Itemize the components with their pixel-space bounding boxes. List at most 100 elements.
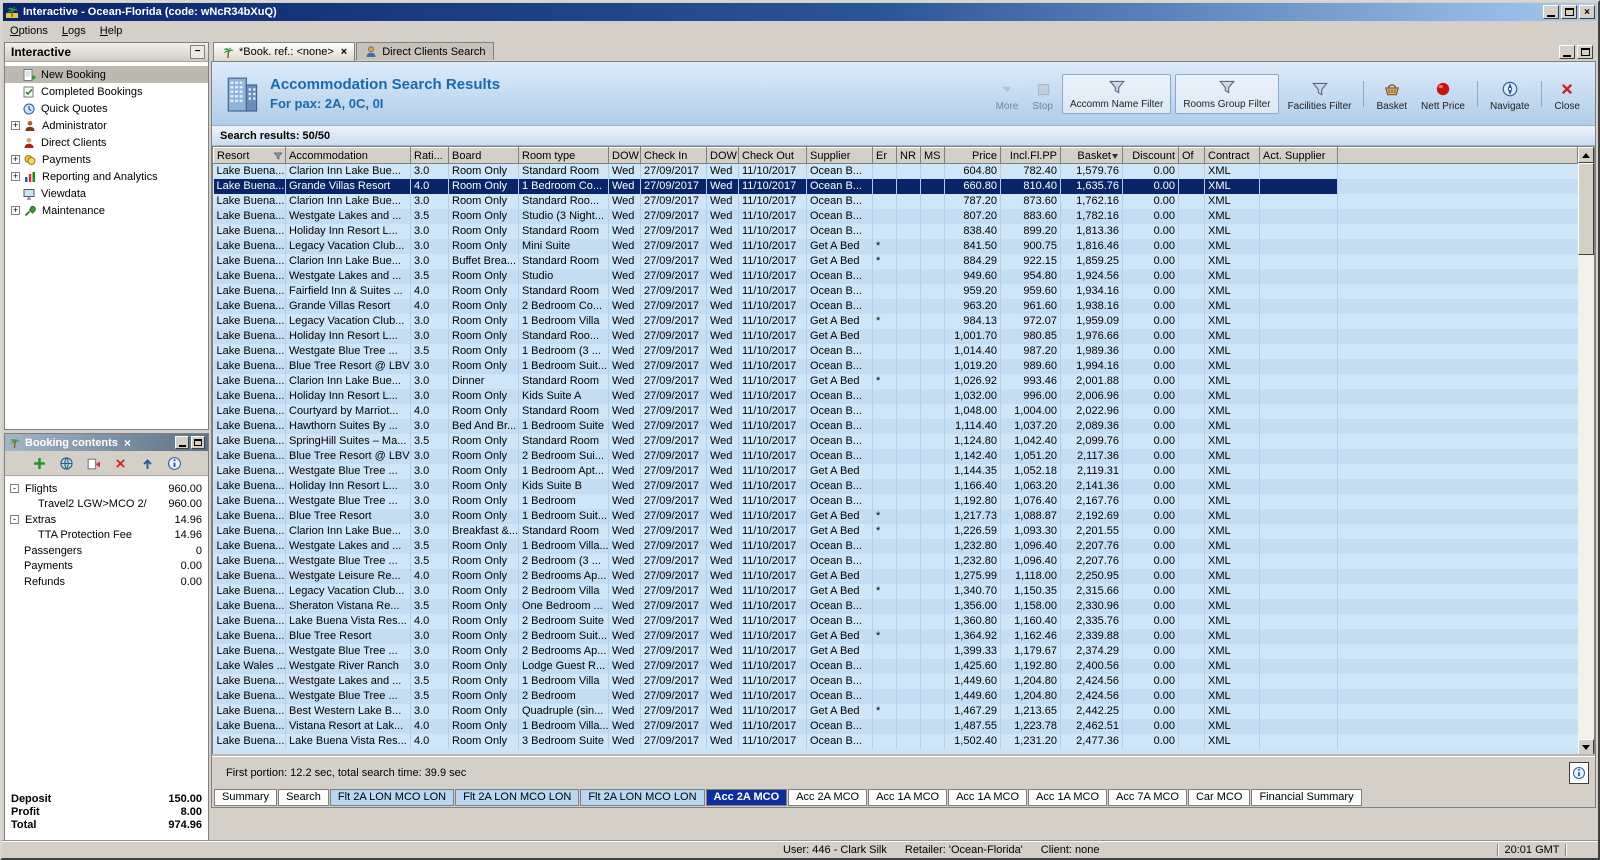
result-row[interactable]: Lake Buena... Clarion Inn Lake Bue... 3.0 B… [213,524,1578,539]
facilities-filter-button[interactable]: Facilities Filter [1281,73,1359,115]
result-row[interactable]: Lake Buena... Holiday Inn Resort L... 3.0 R… [213,329,1578,344]
result-row[interactable]: Lake Buena... Westgate Lakes and ... 3.5 Ro… [213,269,1578,284]
tab-book-ref-none[interactable]: *Book. ref.: <none> × [213,42,356,61]
rooms-group-filter-button[interactable]: Rooms Group Filter [1175,74,1279,114]
delete-item-button[interactable] [113,456,128,471]
result-row[interactable]: Lake Buena... Clarion Inn Lake Bue... 3.0 B… [213,254,1578,269]
bottom-tab-financial-summary-12[interactable]: Financial Summary [1251,789,1362,806]
sidebar-item-quick-quotes[interactable]: Quick Quotes [5,100,208,117]
result-row[interactable]: Lake Buena... Westgate Blue Tree ... 3.5 Ro… [213,344,1578,359]
scroll-up-button[interactable] [1578,147,1594,163]
booking-tree-item[interactable]: TTA Protection Fee 14.96 [5,528,208,544]
column-header-rati[interactable]: Rati... [410,147,449,164]
panel-maximize-button[interactable] [191,436,205,449]
vertical-scrollbar[interactable] [1578,146,1595,756]
close-tab-icon[interactable]: × [341,46,347,58]
sidebar-item-maintenance[interactable]: + Maintenance [5,202,208,219]
sidebar-item-administrator[interactable]: + Administrator [5,117,208,134]
result-row[interactable]: Lake Buena... Grande Villas Resort 4.0 Room… [213,299,1578,314]
result-row[interactable]: Lake Buena... Hawthorn Suites By ... 3.0 Be… [213,419,1578,434]
column-header-of[interactable]: Of [1178,147,1205,164]
close-button[interactable]: × [1579,5,1595,19]
column-header-board[interactable]: Board [448,147,519,164]
result-row[interactable]: Lake Buena... SpringHill Suites – Ma... 3.… [213,434,1578,449]
bottom-tab-flt-2a-lon-mco-lon-4[interactable]: Flt 2A LON MCO LON [580,789,705,806]
column-header-accommodation[interactable]: Accommodation [285,147,411,164]
sidebar-item-new-booking[interactable]: New Booking [5,66,208,83]
collapse-icon[interactable]: - [10,484,19,494]
result-row[interactable]: Lake Buena... Westgate Blue Tree ... 3.5 Ro… [213,689,1578,704]
result-row[interactable]: Lake Buena... Blue Tree Resort 3.0 Room Onl… [213,509,1578,524]
column-header-ms[interactable]: MS [920,147,945,164]
expand-icon[interactable]: + [11,121,20,130]
mdi-restore-button[interactable] [1577,45,1593,59]
bottom-tab-acc-1a-mco-7[interactable]: Acc 1A MCO [868,789,948,806]
column-header-er[interactable]: Er [872,147,897,164]
expand-icon[interactable]: + [11,206,20,215]
sidebar-item-viewdata[interactable]: Viewdata [5,185,208,202]
scroll-thumb[interactable] [1578,163,1594,255]
bottom-tab-acc-7a-mco-10[interactable]: Acc 7A MCO [1108,789,1187,806]
basket-button[interactable]: Basket [1369,73,1414,115]
column-header-incl-fl-pp[interactable]: Incl.Fl.PP [1000,147,1061,164]
sidebar-item-reporting-and-analytics[interactable]: + Reporting and Analytics [5,168,208,185]
column-header-check-out[interactable]: Check Out [738,147,807,164]
result-row[interactable]: Lake Buena... Westgate Blue Tree ... 3.0 Ro… [213,464,1578,479]
result-row[interactable]: Lake Buena... Westgate Lakes and ... 3.5 Ro… [213,674,1578,689]
booking-info-button[interactable] [167,456,182,471]
navigate-button[interactable]: Navigate [1483,73,1536,115]
accomm-name-filter-button[interactable]: Accomm Name Filter [1061,74,1172,114]
result-row[interactable]: Lake Buena... Westgate Leisure Re... 4.0 Ro… [213,569,1578,584]
menu-help[interactable]: Help [93,22,130,40]
booking-tree-item[interactable]: Passengers 0 [5,543,208,559]
sidebar-item-direct-clients[interactable]: Direct Clients [5,134,208,151]
bottom-tab-flt-2a-lon-mco-lon-2[interactable]: Flt 2A LON MCO LON [329,789,455,806]
result-row[interactable]: Lake Buena... Holiday Inn Resort L... 3.0 R… [213,389,1578,404]
column-header-basket[interactable]: Basket [1060,147,1123,164]
column-header-contract[interactable]: Contract [1204,147,1260,164]
result-row[interactable]: Lake Buena... Blue Tree Resort @ LBV 3.0 Ro… [213,359,1578,374]
expand-icon[interactable]: + [11,155,20,164]
web-quote-button[interactable] [59,456,74,471]
result-row[interactable]: Lake Buena... Westgate Lakes and ... 3.5 Ro… [213,209,1578,224]
result-row[interactable]: Lake Buena... Blue Tree Resort @ LBV 3.0 Ro… [213,449,1578,464]
info-button[interactable] [1569,761,1589,784]
expand-icon[interactable]: + [11,172,20,181]
mdi-minimize-button[interactable] [1559,45,1575,59]
column-header-discount[interactable]: Discount [1122,147,1179,164]
close-panel-icon[interactable]: × [124,437,131,449]
result-row[interactable]: Lake Buena... Vistana Resort at Lak... 4.0… [213,719,1578,734]
bottom-tab-summary-0[interactable]: Summary [214,789,278,806]
result-row[interactable]: Lake Buena... Clarion Inn Lake Bue... 3.0 R… [213,163,1578,179]
result-row[interactable]: Lake Buena... Westgate Blue Tree ... 3.0 Ro… [213,644,1578,659]
sidebar-item-payments[interactable]: + Payments [5,151,208,168]
collapse-icon[interactable]: - [10,515,19,525]
bottom-tab-acc-1a-mco-8[interactable]: Acc 1A MCO [948,789,1028,806]
maximize-button[interactable] [1561,5,1577,19]
bottom-tab-flt-2a-lon-mco-lon-3[interactable]: Flt 2A LON MCO LON [455,789,580,806]
nett-price-button[interactable]: Nett Price [1414,73,1472,115]
result-row[interactable]: Lake Buena... Lake Buena Vista Res... 4.0 R… [213,734,1578,749]
result-row[interactable]: Lake Buena... Lake Buena Vista Res... 4.0 R… [213,614,1578,629]
bottom-tab-acc-1a-mco-9[interactable]: Acc 1A MCO [1028,789,1108,806]
bottom-tab-acc-2a-mco-5[interactable]: Acc 2A MCO [705,789,788,806]
close-button[interactable]: Close [1547,73,1587,115]
menu-logs[interactable]: Logs [55,22,93,40]
import-booking-button[interactable] [86,456,101,471]
result-row[interactable]: Lake Buena... Holiday Inn Resort L... 3.0 R… [213,479,1578,494]
booking-tree-item[interactable]: - Flights 960.00 [5,481,208,497]
menu-options[interactable]: Options [3,22,55,40]
column-header-check-in[interactable]: Check In [640,147,707,164]
tab-direct-clients-search[interactable]: Direct Clients Search [356,42,494,60]
booking-tree-item[interactable]: Payments 0.00 [5,559,208,575]
column-header-act-supplier[interactable]: Act. Supplier [1259,147,1338,164]
result-row[interactable]: Lake Buena... Fairfield Inn & Suites ... 4… [213,284,1578,299]
result-row[interactable]: Lake Buena... Legacy Vacation Club... 3.0 R… [213,239,1578,254]
column-header-dow[interactable]: DOW [608,147,641,164]
result-row[interactable]: Lake Buena... Blue Tree Resort 3.0 Room Onl… [213,629,1578,644]
result-row[interactable]: Lake Buena... Holiday Inn Resort L... 3.0 R… [213,224,1578,239]
bottom-tab-acc-2a-mco-6[interactable]: Acc 2A MCO [788,789,868,806]
collapse-panel-button[interactable]: − [190,45,205,59]
panel-minimize-button[interactable] [175,436,189,449]
result-row[interactable]: Lake Buena... Grande Villas Resort 4.0 Room… [213,179,1578,194]
